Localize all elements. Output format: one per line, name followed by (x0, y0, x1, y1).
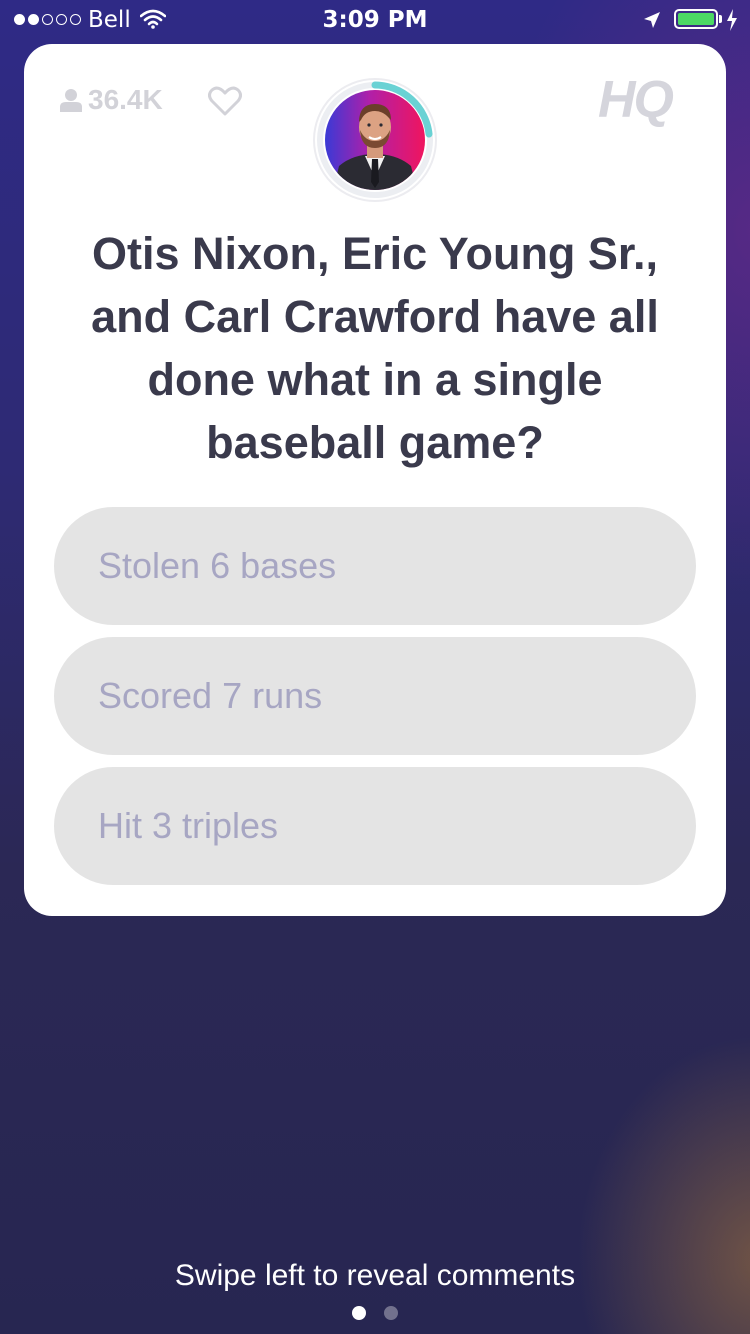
answer-option-3[interactable]: Hit 3 triples (54, 767, 696, 885)
host-avatar (313, 78, 437, 202)
viewer-count: 36.4K (60, 84, 163, 116)
page-indicator[interactable] (0, 1306, 750, 1320)
question-card: 36.4K HQ Otis Nixon, Eric Young Sr., and… (24, 44, 726, 916)
answer-option-1[interactable]: Stolen 6 bases (54, 507, 696, 625)
status-time: 3:09 PM (322, 7, 428, 33)
answer-label: Scored 7 runs (98, 675, 323, 716)
battery-cap (719, 15, 722, 23)
user-icon (60, 89, 82, 112)
page-dot-2[interactable] (384, 1306, 398, 1320)
swipe-hint: Swipe left to reveal comments (174, 1259, 576, 1292)
page-dot-1[interactable] (352, 1306, 366, 1320)
status-bar: Bell 3:09 PM (0, 0, 750, 40)
viewer-count-label: 36.4K (88, 84, 163, 115)
charging-icon (726, 9, 738, 35)
location-arrow-icon (642, 10, 662, 34)
hq-logo: HQ (598, 71, 674, 129)
answer-label: Hit 3 triples (98, 805, 279, 846)
answer-option-2[interactable]: Scored 7 runs (54, 637, 696, 755)
battery-icon (674, 9, 718, 29)
answer-label: Stolen 6 bases (98, 545, 337, 586)
question-text: Otis Nixon, Eric Young Sr., and Carl Cra… (91, 228, 659, 468)
heart-icon[interactable] (208, 86, 242, 120)
